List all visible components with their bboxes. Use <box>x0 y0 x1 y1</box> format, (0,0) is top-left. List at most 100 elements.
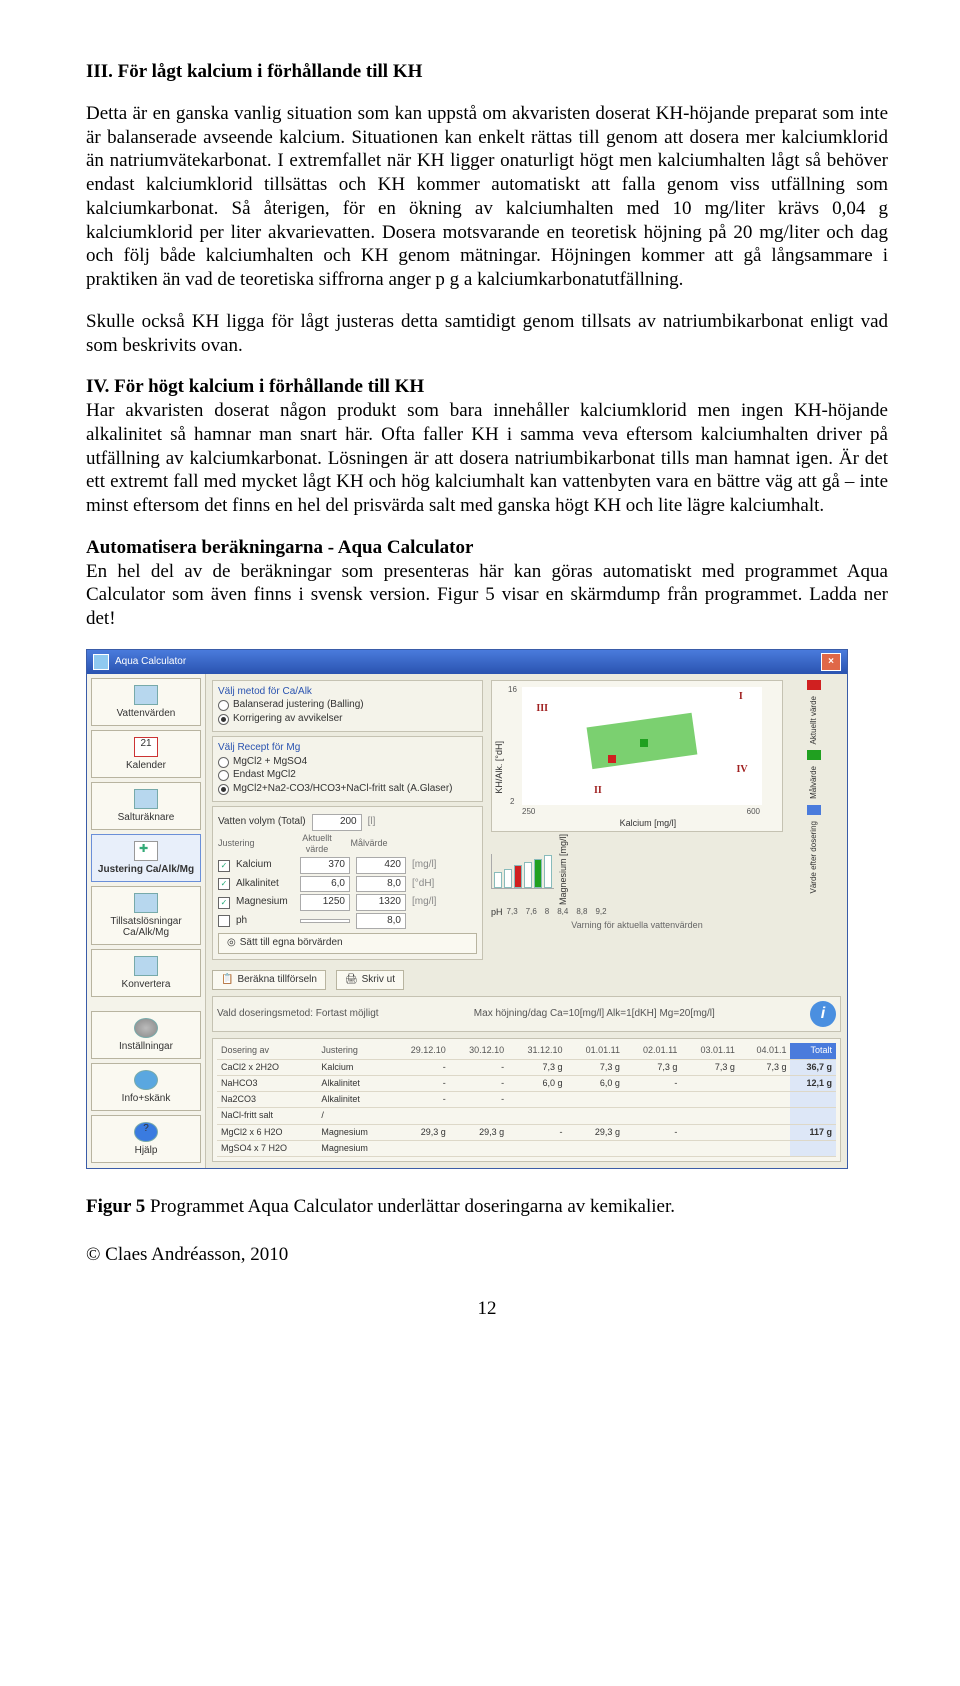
param-mal-3[interactable]: 8,0 <box>356 913 406 930</box>
plus-icon <box>134 841 158 861</box>
x-axis-label: Kalcium [mg/l] <box>620 818 677 829</box>
sidebar-item-convert[interactable]: Konvertera <box>91 949 201 997</box>
sidebar-item-calendar[interactable]: 21Kalender <box>91 730 201 778</box>
section5-para: Automatisera beräkningarna - Aqua Calcul… <box>86 536 888 631</box>
table-row: CaCl2 x 2H2OKalcium--7,3 g7,3 g7,3 g7,3 … <box>217 1059 836 1075</box>
recipe-label: Välj Recept för Mg <box>218 742 477 755</box>
param-name-0: Kalcium <box>236 859 294 872</box>
mg-strip <box>491 854 554 889</box>
recipe-opt-2[interactable]: MgCl2+Na2-CO3/HCO3+NaCl-fritt salt (A.Gl… <box>218 783 477 796</box>
figure-caption: Figur 5 Programmet Aqua Calculator under… <box>86 1195 888 1219</box>
set-targets-button[interactable]: ◎Sätt till egna börvärden <box>218 933 477 954</box>
ph-axis-label: pH <box>491 907 503 918</box>
table-row: NaCl-fritt salt/ <box>217 1108 836 1124</box>
method-opt-0[interactable]: Balanserad justering (Balling) <box>218 699 477 712</box>
ph-ticks: 7,37,688,48,89,2 <box>507 907 607 917</box>
table-row: Na2CO3Alkalinitet-- <box>217 1092 836 1108</box>
target-icon: ◎ <box>227 937 236 950</box>
section4-heading: IV. För högt kalcium i förhållande till … <box>86 376 424 397</box>
th-0: Dosering av <box>217 1043 317 1059</box>
section3-text1: Detta är en ganska vanlig situation som … <box>86 102 888 292</box>
dosing-table: Dosering avJustering29.12.1030.12.1031.1… <box>212 1038 841 1162</box>
param-mal-1[interactable]: 8,0 <box>356 876 406 893</box>
param-akt-2[interactable]: 1250 <box>300 894 350 911</box>
app-icon <box>93 654 109 670</box>
th-9: Totalt <box>790 1043 836 1059</box>
th-3: 30.12.10 <box>450 1043 508 1059</box>
table-row: MgSO4 x 7 H2OMagnesium <box>217 1140 836 1156</box>
vol-label: Vatten volym (Total) <box>218 816 306 829</box>
calc-icon: 📋 <box>221 974 233 987</box>
aqua-calculator-screenshot: Aqua Calculator × Vattenvärden 21Kalende… <box>86 649 848 1169</box>
th-5: 01.01.11 <box>566 1043 623 1059</box>
page-number: 12 <box>86 1297 888 1321</box>
param-name-3: ph <box>236 915 294 928</box>
section4-para: IV. För högt kalcium i förhållande till … <box>86 375 888 518</box>
app-title: Aqua Calculator <box>115 656 186 669</box>
param-check-2[interactable]: ✓ <box>218 897 230 909</box>
param-akt-3[interactable] <box>300 919 350 923</box>
titlebar: Aqua Calculator × <box>87 650 847 674</box>
info-bubble-icon[interactable]: i <box>810 1001 836 1027</box>
th-4: 31.12.10 <box>508 1043 566 1059</box>
table-header-bar: Vald doseringsmetod: Fortast möjligt Max… <box>212 996 841 1032</box>
param-mal-0[interactable]: 420 <box>356 857 406 874</box>
credit: © Claes Andréasson, 2010 <box>86 1243 888 1267</box>
chart-icon <box>134 685 158 705</box>
param-name-2: Magnesium <box>236 896 294 909</box>
zone-4: IV <box>736 764 747 777</box>
mg-axis-label: Magnesium [mg/l] <box>558 834 569 905</box>
param-mal-2[interactable]: 1320 <box>356 894 406 911</box>
th-1: Justering <box>317 1043 391 1059</box>
section5-heading: Automatisera beräkningarna - Aqua Calcul… <box>86 537 473 558</box>
param-name-1: Alkalinitet <box>236 878 294 891</box>
recipe-opt-0[interactable]: MgCl2 + MgSO4 <box>218 756 477 769</box>
param-check-1[interactable]: ✓ <box>218 878 230 890</box>
kh-ca-chart: I II III IV KH/Alk. [°dH] Kalcium [mg/l]… <box>491 680 783 832</box>
params-panel: Vatten volym (Total)200[l] JusteringAktu… <box>212 806 483 960</box>
method-opt-1[interactable]: Korrigering av avvikelser <box>218 713 477 726</box>
th-2: 29.12.10 <box>391 1043 449 1059</box>
sidebar: Vattenvärden 21Kalender Salturäknare Jus… <box>87 674 206 1168</box>
sidebar-item-water[interactable]: Vattenvärden <box>91 678 201 726</box>
chart-warning: Varning för aktuella vattenvärden <box>491 920 783 931</box>
sidebar-item-additive[interactable]: Tillsatslösningar Ca/Alk/Mg <box>91 886 201 945</box>
sidebar-item-info[interactable]: Info+skänk <box>91 1063 201 1111</box>
print-button[interactable]: 🖨Skriv ut <box>336 970 404 991</box>
sidebar-item-salt[interactable]: Salturäknare <box>91 782 201 830</box>
gear-icon <box>134 1018 158 1038</box>
recipe-opt-1[interactable]: Endast MgCl2 <box>218 769 477 782</box>
param-akt-1[interactable]: 6,0 <box>300 876 350 893</box>
legend: Aktuellt värde Målvärde Värde efter dose… <box>787 680 841 960</box>
calendar-icon: 21 <box>134 737 158 757</box>
main-panel: Välj metod för Ca/Alk Balanserad justeri… <box>206 674 847 1168</box>
table-row: NaHCO3Alkalinitet--6,0 g6,0 g-12,1 g <box>217 1075 836 1091</box>
target-point <box>640 739 648 747</box>
zone-3: III <box>536 703 548 716</box>
param-check-0[interactable]: ✓ <box>218 860 230 872</box>
table-row: MgCl2 x 6 H2OMagnesium29,3 g29,3 g-29,3 … <box>217 1124 836 1140</box>
flask-icon <box>134 893 158 913</box>
method-panel: Välj metod för Ca/Alk Balanserad justeri… <box>212 680 483 733</box>
zone-1: I <box>739 691 743 704</box>
th-8: 04.01.1 <box>739 1043 791 1059</box>
sidebar-item-help[interactable]: ?Hjälp <box>91 1115 201 1163</box>
current-point <box>608 755 616 763</box>
vol-input[interactable]: 200 <box>312 814 362 831</box>
salt-icon <box>134 789 158 809</box>
method-label: Välj metod för Ca/Alk <box>218 686 477 699</box>
th-6: 02.01.11 <box>624 1043 681 1059</box>
sidebar-item-adjust[interactable]: Justering Ca/Alk/Mg <box>91 834 201 882</box>
info-icon <box>134 1070 158 1090</box>
section3-heading: III. För lågt kalcium i förhållande till… <box>86 60 888 84</box>
th-7: 03.01.11 <box>681 1043 738 1059</box>
close-icon[interactable]: × <box>821 653 841 671</box>
y-axis-label: KH/Alk. [°dH] <box>494 741 505 794</box>
sidebar-item-settings[interactable]: Inställningar <box>91 1011 201 1059</box>
calc-button[interactable]: 📋Beräkna tillförseln <box>212 970 326 991</box>
recipe-panel: Välj Recept för Mg MgCl2 + MgSO4 Endast … <box>212 736 483 802</box>
convert-icon <box>134 956 158 976</box>
param-akt-0[interactable]: 370 <box>300 857 350 874</box>
help-icon: ? <box>134 1122 158 1142</box>
param-check-3[interactable] <box>218 915 230 927</box>
